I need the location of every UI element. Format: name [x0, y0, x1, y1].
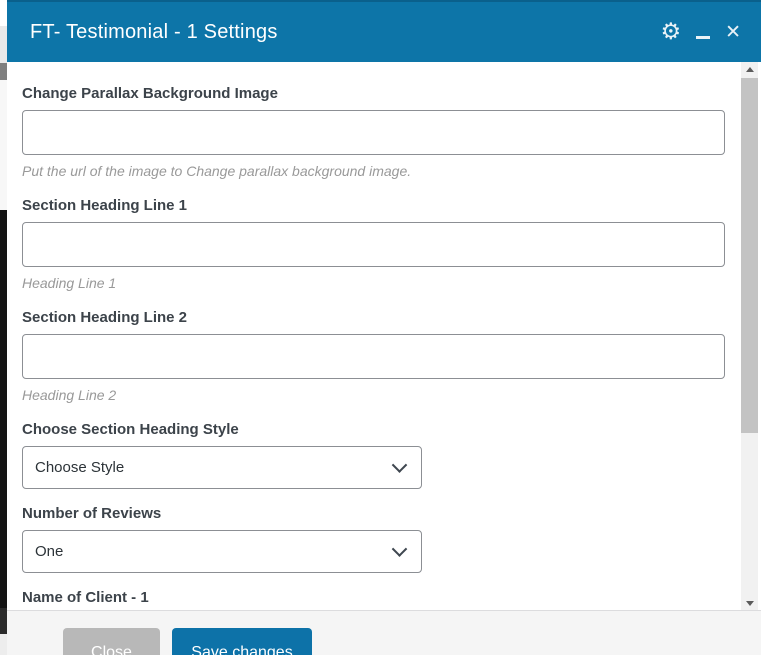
background-segment [0, 210, 7, 608]
modal-body: Change Parallax Background Image Put the… [7, 62, 761, 610]
close-button[interactable]: Close [63, 628, 160, 655]
field-label: Number of Reviews [22, 505, 162, 522]
screen: FT- Testimonial - 1 Settings ⚙ ✕ Change … [0, 0, 761, 655]
heading-line-2-input[interactable] [22, 334, 725, 379]
background-segment [0, 608, 7, 634]
gear-icon[interactable]: ⚙ [660, 20, 681, 44]
minimize-icon[interactable] [695, 22, 711, 42]
background-segment [0, 63, 7, 80]
modal-header: FT- Testimonial - 1 Settings ⚙ ✕ [7, 0, 761, 62]
chevron-down-icon [394, 545, 405, 556]
selected-value: One [35, 543, 64, 560]
field-help: Put the url of the image to Change paral… [22, 163, 412, 179]
save-changes-button[interactable]: Save changes [172, 628, 312, 655]
field-client-name-1: Name of Client - 1 [22, 588, 725, 608]
field-label: Change Parallax Background Image [22, 85, 278, 102]
field-heading-line-2: Section Heading Line 2 Heading Line 2 [22, 308, 725, 405]
field-help: Heading Line 2 [22, 387, 117, 403]
scroll-down-button[interactable] [741, 596, 758, 610]
background-segment [0, 26, 7, 63]
heading-line-1-input[interactable] [22, 222, 725, 267]
field-parallax-image: Change Parallax Background Image Put the… [22, 84, 725, 181]
triangle-up-icon [745, 66, 754, 72]
selected-value: Choose Style [35, 459, 125, 476]
field-label: Choose Section Heading Style [22, 421, 239, 438]
field-label: Section Heading Line 2 [22, 309, 188, 326]
number-of-reviews-select[interactable]: One [22, 530, 422, 573]
field-label: Section Heading Line 1 [22, 197, 188, 214]
settings-modal: FT- Testimonial - 1 Settings ⚙ ✕ Change … [7, 0, 761, 655]
minimize-bar [696, 36, 711, 39]
parallax-image-input[interactable] [22, 110, 725, 155]
scrollbar-thumb[interactable] [741, 78, 758, 433]
background-segment [0, 0, 7, 26]
field-heading-line-1: Section Heading Line 1 Heading Line 1 [22, 196, 725, 293]
close-icon[interactable]: ✕ [725, 22, 741, 42]
field-help: Heading Line 1 [22, 275, 117, 291]
field-number-of-reviews: Number of Reviews One [22, 504, 725, 573]
field-heading-style: Choose Section Heading Style Choose Styl… [22, 420, 725, 489]
chevron-down-icon [394, 461, 405, 472]
modal-title: FT- Testimonial - 1 Settings [30, 20, 278, 43]
modal-scrollbar[interactable] [741, 62, 758, 610]
heading-style-select[interactable]: Choose Style [22, 446, 422, 489]
scroll-up-button[interactable] [741, 62, 758, 76]
modal-footer: Close Save changes [7, 610, 761, 655]
background-segment [0, 634, 7, 655]
background-page-edge [0, 0, 7, 655]
triangle-down-icon [745, 600, 754, 606]
header-actions: ⚙ ✕ [660, 20, 741, 44]
background-segment [0, 80, 7, 210]
field-label: Name of Client - 1 [22, 589, 149, 606]
